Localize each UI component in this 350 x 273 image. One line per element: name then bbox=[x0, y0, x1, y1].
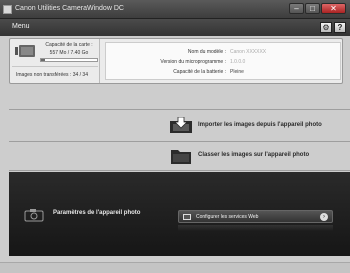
camera-details: Nom du modèle : Canon XXXXXX Version du … bbox=[105, 42, 341, 80]
card-capacity-label: Capacité de la carte : bbox=[45, 42, 93, 48]
card-capacity-value: 557 Mo / 7.40 Go bbox=[49, 50, 89, 56]
web-services-icon bbox=[183, 214, 191, 220]
firmware-row: Version du microprogramme : 1.0.0.0 bbox=[106, 59, 342, 67]
chevron-right-icon: › bbox=[320, 213, 328, 221]
model-row: Nom du modèle : Canon XXXXXX bbox=[106, 49, 342, 57]
model-value: Canon XXXXXX bbox=[230, 49, 267, 55]
menu-bar: Menu ⚙ ? bbox=[0, 19, 350, 36]
menu-button[interactable]: Menu bbox=[12, 23, 30, 30]
camera-icon bbox=[15, 45, 35, 57]
gear-icon: ⚙ bbox=[322, 23, 330, 32]
divider bbox=[9, 141, 350, 142]
help-button[interactable]: ? bbox=[334, 22, 346, 33]
card-usage-fill bbox=[41, 59, 45, 61]
firmware-label: Version du microprogramme : bbox=[160, 59, 226, 65]
battery-row: Capacité de la batterie : Pleine bbox=[106, 69, 342, 77]
app-window: Canon Utilities CameraWindow DC – □ ✕ Me… bbox=[0, 0, 350, 273]
camera-icon bbox=[24, 209, 44, 222]
firmware-value: 1.0.0.0 bbox=[230, 59, 246, 65]
help-icon: ? bbox=[337, 23, 343, 32]
minimize-icon: – bbox=[294, 4, 299, 13]
import-images-label: Importer les images depuis l'appareil ph… bbox=[198, 122, 322, 128]
card-summary: Capacité de la carte : 557 Mo / 7.40 Go … bbox=[10, 39, 100, 83]
camera-settings-label[interactable]: Paramètres de l'appareil photo bbox=[53, 210, 140, 216]
divider bbox=[9, 170, 350, 171]
maximize-button[interactable]: □ bbox=[305, 3, 320, 14]
import-images-button[interactable]: Importer les images depuis l'appareil ph… bbox=[9, 113, 350, 140]
title-bar[interactable]: Canon Utilities CameraWindow DC – □ ✕ bbox=[0, 0, 350, 19]
minimize-button[interactable]: – bbox=[289, 3, 304, 14]
maximize-icon: □ bbox=[310, 4, 315, 13]
camera-settings-panel: Paramètres de l'appareil photo Configure… bbox=[9, 172, 350, 256]
folder-icon bbox=[171, 150, 191, 164]
divider bbox=[9, 109, 350, 110]
close-button[interactable]: ✕ bbox=[321, 3, 346, 14]
status-bar bbox=[0, 262, 350, 273]
settings-button[interactable]: ⚙ bbox=[320, 22, 332, 33]
configure-web-services-label: Configurer les services Web bbox=[196, 214, 259, 220]
classify-images-label: Classer les images sur l'appareil photo bbox=[198, 152, 310, 158]
window-title: Canon Utilities CameraWindow DC bbox=[15, 5, 124, 12]
divider bbox=[12, 66, 98, 67]
configure-web-services-button[interactable]: Configurer les services Web › bbox=[178, 210, 333, 223]
non-transferred-count: Images non transférées : 34 / 34 bbox=[16, 72, 88, 78]
camera-info-panel: Capacité de la carte : 557 Mo / 7.40 Go … bbox=[9, 38, 343, 84]
classify-images-button[interactable]: Classer les images sur l'appareil photo bbox=[9, 143, 350, 170]
close-icon: ✕ bbox=[330, 4, 337, 13]
battery-value: Pleine bbox=[230, 69, 244, 75]
model-label: Nom du modèle : bbox=[187, 49, 226, 55]
button-reflection bbox=[178, 225, 333, 231]
import-icon bbox=[170, 117, 192, 133]
card-usage-bar bbox=[40, 58, 98, 62]
battery-label: Capacité de la batterie : bbox=[173, 69, 226, 75]
app-icon bbox=[3, 5, 12, 14]
